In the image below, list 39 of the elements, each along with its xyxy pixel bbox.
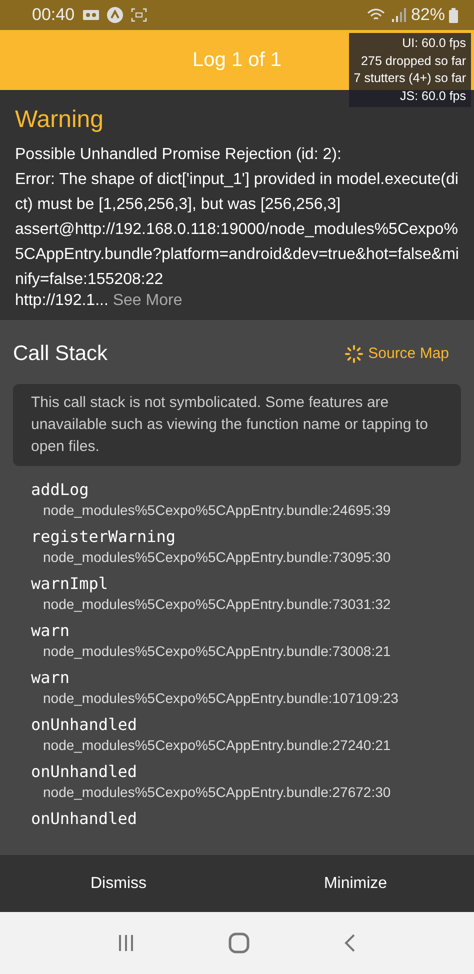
warning-title: Warning (15, 105, 104, 135)
file-location: node_modules%5Cexpo%5CAppEntry.bundle:107109:23 (42, 688, 400, 708)
function-name[interactable]: addLog (31, 480, 443, 500)
recent-apps-icon[interactable] (116, 934, 135, 952)
function-name[interactable]: warnImpl (31, 574, 443, 594)
clock-time: 00:40 (32, 4, 75, 26)
perf-stat: 7 stutters (4+) so far (354, 70, 466, 87)
battery-percent: 82% (410, 4, 445, 26)
log-title: Log 1 of 1 (192, 48, 282, 73)
footer-button[interactable]: Dismiss (0, 855, 237, 912)
file-location: node_modules%5Cexpo%5CAppEntry.bundle:27672:30 (42, 782, 392, 802)
file-location: node_modules%5Cexpo%5CAppEntry.bundle:27240:21 (42, 736, 392, 754)
function-name[interactable]: onUnhandled (31, 762, 443, 782)
file-location: node_modules%5Cexpo%5CAppEntry.bundle:73031:32 (42, 594, 392, 614)
function-name[interactable]: warn (31, 620, 443, 640)
source-map-button[interactable]: Source Map (345, 342, 461, 365)
perf-stat: JS: 60.0 fps (398, 88, 466, 105)
perf-stat: UI: 60.0 fps (401, 35, 466, 52)
function-name[interactable]: onUnhandled (31, 714, 443, 734)
file-location: node_modules%5Cexpo%5CAppEntry.bundle:73008:21 (42, 642, 392, 660)
wifi-icon (366, 8, 387, 22)
screenshot-icon (130, 8, 147, 22)
battery-icon (449, 8, 458, 22)
spinner-icon (345, 344, 364, 363)
see-more-link[interactable]: See More (112, 292, 182, 309)
voicemail-icon (82, 9, 99, 21)
function-name[interactable]: warn (31, 668, 443, 688)
footer-button[interactable]: Minimize (237, 855, 474, 912)
function-name[interactable]: registerWarning (31, 526, 443, 546)
file-location: node_modules%5Cexpo%5CAppEntry.bundle:73095:30 (42, 548, 392, 566)
signal-icon (390, 8, 407, 22)
notice-message: This call stack is not symbolicated. Some features are unavailable such as viewing the function name or tapping to open files. (13, 384, 461, 466)
back-icon[interactable] (343, 933, 358, 953)
file-location: node_modules%5Cexpo%5CAppEntry.bundle:24695:39 (42, 500, 392, 520)
perf-stat: 275 dropped so far (360, 52, 466, 70)
home-icon[interactable] (228, 932, 250, 954)
truncated-url: http://192.1... (15, 292, 108, 309)
function-name[interactable]: onUnhandled (31, 808, 443, 828)
call-stack-title: Call Stack (13, 341, 108, 367)
